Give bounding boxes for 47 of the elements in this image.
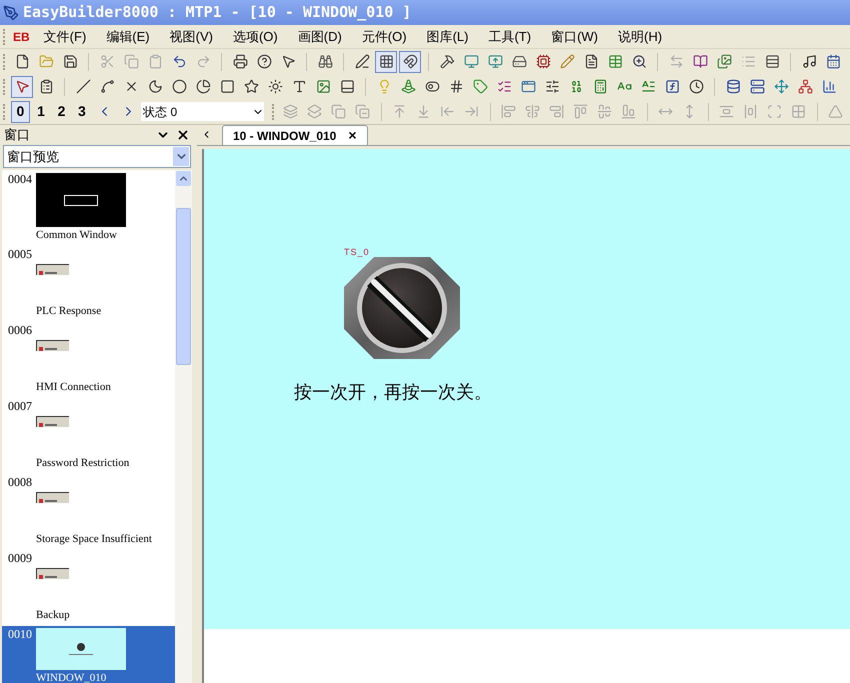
layer-button[interactable]: 1 — [32, 100, 50, 122]
window-number: 0007 — [8, 399, 32, 415]
window-list-item[interactable]: 0010 WINDOW_010 — [2, 626, 175, 683]
window-title: EasyBuilder8000 : MTP1 - [10 - WINDOW_010 ] — [23, 2, 412, 24]
state-dropdown[interactable]: 状态 0 — [141, 102, 264, 121]
window-name: Password Restriction — [35, 456, 130, 471]
layer-button[interactable]: 2 — [52, 100, 71, 122]
window-number: 0005 — [8, 247, 32, 263]
layer-button[interactable]: 0 — [11, 100, 30, 122]
menu-item[interactable]: 图库(L) — [422, 26, 472, 46]
menu-item[interactable]: 视图(V) — [166, 26, 217, 46]
window-list-item[interactable]: 0007 Password Restriction — [2, 398, 175, 474]
app-logo: EB — [13, 28, 30, 46]
view-dropdown[interactable]: 窗口预览 — [3, 145, 191, 168]
menu-item[interactable]: 窗口(W) — [547, 26, 602, 46]
window-list-item[interactable]: 0008 Storage Space Insufficient — [2, 474, 175, 550]
menu-item[interactable]: 文件(F) — [40, 26, 90, 46]
window-name: Backup — [35, 608, 71, 623]
window-list-item[interactable]: 0004 Common Window — [2, 171, 175, 246]
window-list-item[interactable]: 0005 PLC Response — [2, 246, 175, 322]
window-number: 0006 — [8, 323, 32, 339]
tab-label: 10 - WINDOW_010 — [233, 128, 336, 144]
window-name: HMI Connection — [35, 380, 112, 395]
menu-item[interactable]: 编辑(E) — [102, 26, 154, 46]
tab-close[interactable]: × — [348, 125, 357, 146]
menu-item[interactable]: 说明(H) — [614, 26, 666, 46]
window-number: 0009 — [8, 551, 32, 567]
window-name: Common Window — [35, 228, 118, 243]
window-name: PLC Response — [35, 304, 102, 319]
object-label: TS_0 — [344, 247, 371, 257]
layer-button[interactable]: 3 — [72, 100, 92, 122]
window-number: 0008 — [8, 475, 32, 491]
menu-item[interactable]: 工具(T) — [484, 26, 536, 46]
panel-title: 窗口 — [4, 126, 30, 144]
state-value: 状态 0 — [143, 104, 178, 120]
window-number: 0004 — [8, 172, 32, 188]
window-list-item[interactable]: 0009 Backup — [2, 550, 175, 626]
window-list-item[interactable]: 0006 HMI Connection — [2, 322, 175, 398]
document-tab[interactable]: 10 - WINDOW_010 × — [222, 125, 368, 145]
window-name: WINDOW_010 — [35, 671, 108, 683]
menu-item[interactable]: 画图(D) — [294, 26, 346, 46]
window-number: 0010 — [8, 627, 32, 643]
caption-text: 按一次开，再按一次关。 — [294, 381, 493, 404]
menu-item[interactable]: 选项(O) — [228, 26, 282, 46]
menu-item[interactable]: 元件(O) — [358, 26, 411, 46]
view-value: 窗口预览 — [7, 148, 59, 166]
window-name: Storage Space Insufficient — [35, 532, 153, 547]
